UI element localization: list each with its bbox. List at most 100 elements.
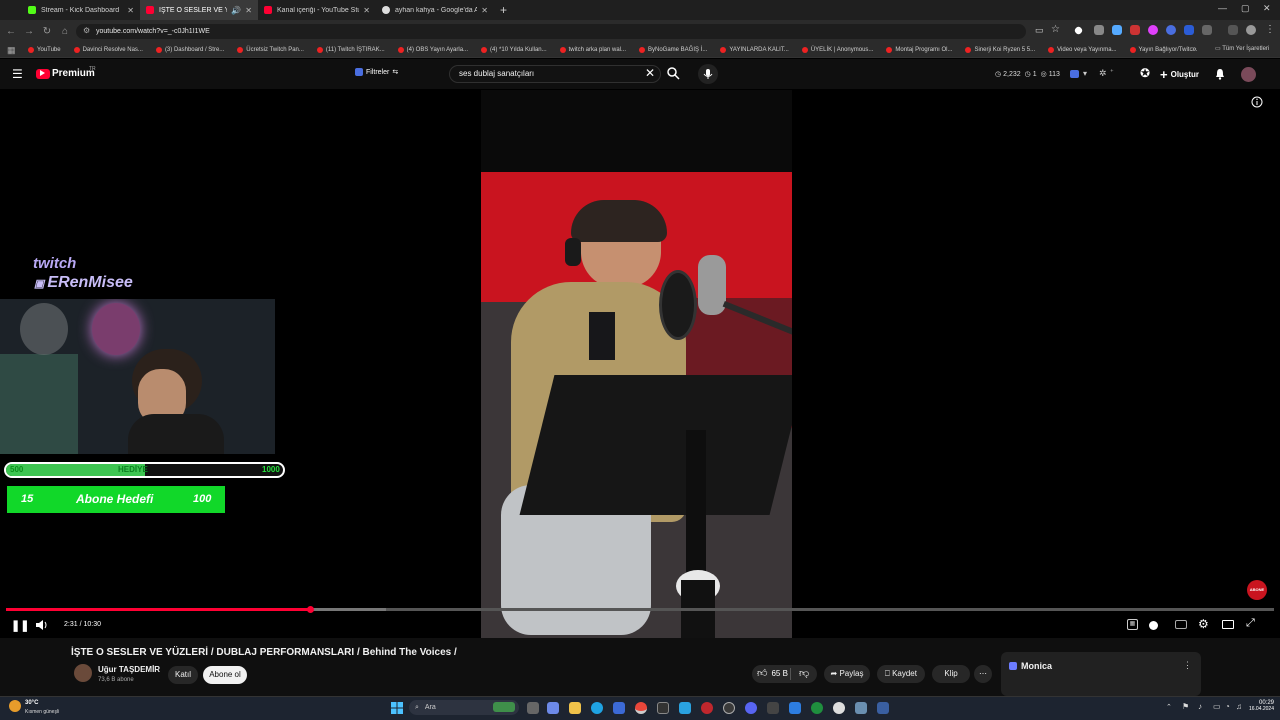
cast-badge-icon[interactable]: ✪ — [1140, 66, 1150, 80]
app-icon[interactable] — [855, 702, 867, 714]
save-button[interactable]: ⎕ Kaydet — [877, 665, 925, 683]
more-icon[interactable]: ⋮ — [1183, 660, 1192, 671]
close-window-icon[interactable]: ✕ — [1263, 3, 1271, 14]
like-button[interactable]: 👍︎ 65 B — [757, 667, 788, 679]
star-icon[interactable]: ☆ — [1051, 24, 1060, 35]
speaker-icon[interactable]: 🔊 — [231, 6, 241, 15]
fullscreen-icon[interactable]: ⤢ — [1246, 617, 1255, 630]
tab-kick[interactable]: Stream - Kick Dashboard ✕ — [22, 0, 140, 20]
discord-icon[interactable] — [745, 702, 757, 714]
menu-icon[interactable]: ☰ — [12, 67, 23, 81]
maximize-icon[interactable]: ▢ — [1241, 3, 1250, 14]
more-bookmarks-icon[interactable]: » — [1192, 44, 1196, 53]
store-icon[interactable] — [613, 702, 625, 714]
create-button[interactable]: + Oluştur — [1160, 67, 1199, 82]
bookmark-item[interactable]: YouTube — [28, 46, 61, 53]
bookmark-item[interactable]: ÜYELİK | Anonymous... — [801, 46, 873, 53]
theater-mode-icon[interactable] — [1222, 620, 1234, 629]
home-icon[interactable]: ⌂ — [56, 26, 74, 37]
edge-icon[interactable] — [591, 702, 603, 714]
extension-icon[interactable] — [1166, 25, 1176, 35]
scrubber-handle[interactable] — [307, 606, 315, 613]
bookmark-item[interactable]: Sinerji Koi Ryzen 5 5... — [965, 46, 1035, 53]
settings-gear-icon[interactable]: ⚙ — [1198, 617, 1209, 631]
extension-stats[interactable]: ◷ 2,232 ◷ 1 ◎ 113 — [995, 70, 1064, 79]
extension-icon[interactable] — [1130, 25, 1140, 35]
reload-icon[interactable]: ↻ — [38, 26, 56, 37]
bookmark-item[interactable]: (4) *10 Yılda Kullan... — [481, 46, 547, 53]
clear-search-icon[interactable]: ✕ — [645, 66, 655, 80]
search-input[interactable]: ses dublaj sanatçıları — [449, 65, 661, 83]
tab-youtube-studio[interactable]: Kanal içeriği - YouTube Studio ✕ — [258, 0, 376, 20]
bookmark-item[interactable]: (4) OBS Yayın Ayarla... — [397, 46, 468, 53]
bookmark-item[interactable]: Yayın Bağlıyor/Twitc... — [1129, 46, 1197, 53]
account-avatar[interactable] — [1241, 67, 1256, 82]
tab-youtube-video[interactable]: İŞTE O SESLER VE YÜZLERİ 🔊 ✕ — [140, 0, 258, 20]
tray-chevron-icon[interactable]: ⌃ — [1166, 703, 1172, 711]
extension-icon[interactable] — [1148, 25, 1158, 35]
opera-icon[interactable] — [701, 702, 713, 714]
app-icon[interactable] — [767, 702, 779, 714]
monica-panel[interactable]: Monica ⋮ — [1001, 652, 1201, 696]
bookmark-item[interactable]: twitch arka plan wal... — [559, 46, 626, 53]
close-icon[interactable]: ✕ — [127, 6, 134, 15]
site-info-icon[interactable]: ⚙ — [83, 26, 90, 35]
bookmark-item[interactable]: (3) Dashboard / Stre... — [155, 46, 224, 53]
minimize-icon[interactable]: — — [1218, 3, 1227, 13]
sidebar-icon[interactable] — [1228, 25, 1238, 35]
download-icon[interactable] — [1112, 25, 1122, 35]
join-button[interactable]: Katıl — [168, 666, 198, 684]
dislike-button[interactable]: 👎︎ — [799, 667, 809, 679]
clock[interactable]: 00:29 16.04.2024 — [1246, 700, 1274, 712]
extension-icon[interactable] — [1184, 25, 1194, 35]
clip-button[interactable]: Klip — [932, 665, 970, 683]
volume-icon[interactable] — [35, 619, 49, 631]
bookmark-item[interactable]: Montaj Programı Ol... — [886, 46, 952, 53]
taskbar-search[interactable]: ⌕ Ara — [409, 700, 519, 715]
back-icon[interactable]: ← — [2, 26, 20, 37]
subscribe-watermark[interactable]: ABONE OL — [1247, 580, 1267, 612]
share-button[interactable]: ➦ Paylaş — [824, 665, 870, 683]
info-icon[interactable] — [1251, 96, 1263, 108]
app-icon[interactable] — [789, 702, 801, 714]
weather-icon[interactable] — [9, 700, 21, 712]
close-icon[interactable]: ✕ — [481, 6, 488, 15]
tab-google[interactable]: ayhan kahya - Google'da Ara ✕ — [376, 0, 494, 20]
tray-icon[interactable]: ♪ — [1198, 702, 1202, 711]
bookmark-item[interactable]: Ücretsiz Twitch Pan... — [237, 46, 304, 53]
cast-icon[interactable]: ▭ — [1035, 25, 1044, 36]
file-explorer-icon[interactable] — [569, 702, 581, 714]
bookmark-item[interactable]: (11) Twitch İŞTIRAK... — [316, 46, 385, 53]
close-icon[interactable]: ✕ — [245, 6, 252, 15]
start-button[interactable] — [391, 701, 403, 714]
wifi-icon[interactable]: ◔ — [1225, 702, 1230, 711]
new-tab-button[interactable]: + — [500, 3, 507, 17]
telegram-icon[interactable] — [679, 702, 691, 714]
extension-icon[interactable]: ▾ — [1083, 69, 1087, 78]
forward-icon[interactable]: → — [20, 26, 38, 37]
steam-icon[interactable] — [877, 702, 889, 714]
video-frame[interactable] — [481, 90, 792, 638]
capcut-icon[interactable] — [657, 702, 669, 714]
all-bookmarks-button[interactable]: ▭ Tüm Yer İşaretleri — [1215, 45, 1269, 52]
pause-icon[interactable]: ❚❚ — [11, 619, 29, 632]
chrome-icon[interactable] — [635, 702, 647, 714]
extension-icon[interactable] — [1094, 25, 1104, 35]
miniplayer-icon[interactable]: ▦ — [1127, 619, 1138, 630]
bookmark-item[interactable]: Davinci Resolve Nas... — [73, 46, 143, 53]
more-actions-button[interactable]: ⋯ — [974, 665, 992, 683]
subscribe-button[interactable]: Abone ol — [203, 666, 247, 684]
channel-avatar[interactable] — [74, 664, 92, 682]
obs-icon[interactable] — [723, 702, 735, 714]
settings-icon[interactable]: ✲ — [1099, 68, 1107, 79]
notifications-bell-icon[interactable] — [1214, 68, 1226, 80]
speaker-tray-icon[interactable]: ♫ — [1236, 702, 1242, 711]
subtitles-icon[interactable] — [1175, 620, 1187, 629]
app-icon[interactable] — [833, 702, 845, 714]
filters-button[interactable]: Filtreler ⇆ — [355, 68, 398, 76]
url-field[interactable]: youtube.com/watch?v=_-c0Jh1I1WE — [76, 24, 1026, 39]
network-icon[interactable]: ▭ — [1213, 702, 1221, 711]
close-icon[interactable]: ✕ — [363, 6, 370, 15]
channel-name[interactable]: Uğur TAŞDEMİR — [98, 665, 160, 674]
video-progress-bar[interactable] — [6, 606, 1274, 613]
